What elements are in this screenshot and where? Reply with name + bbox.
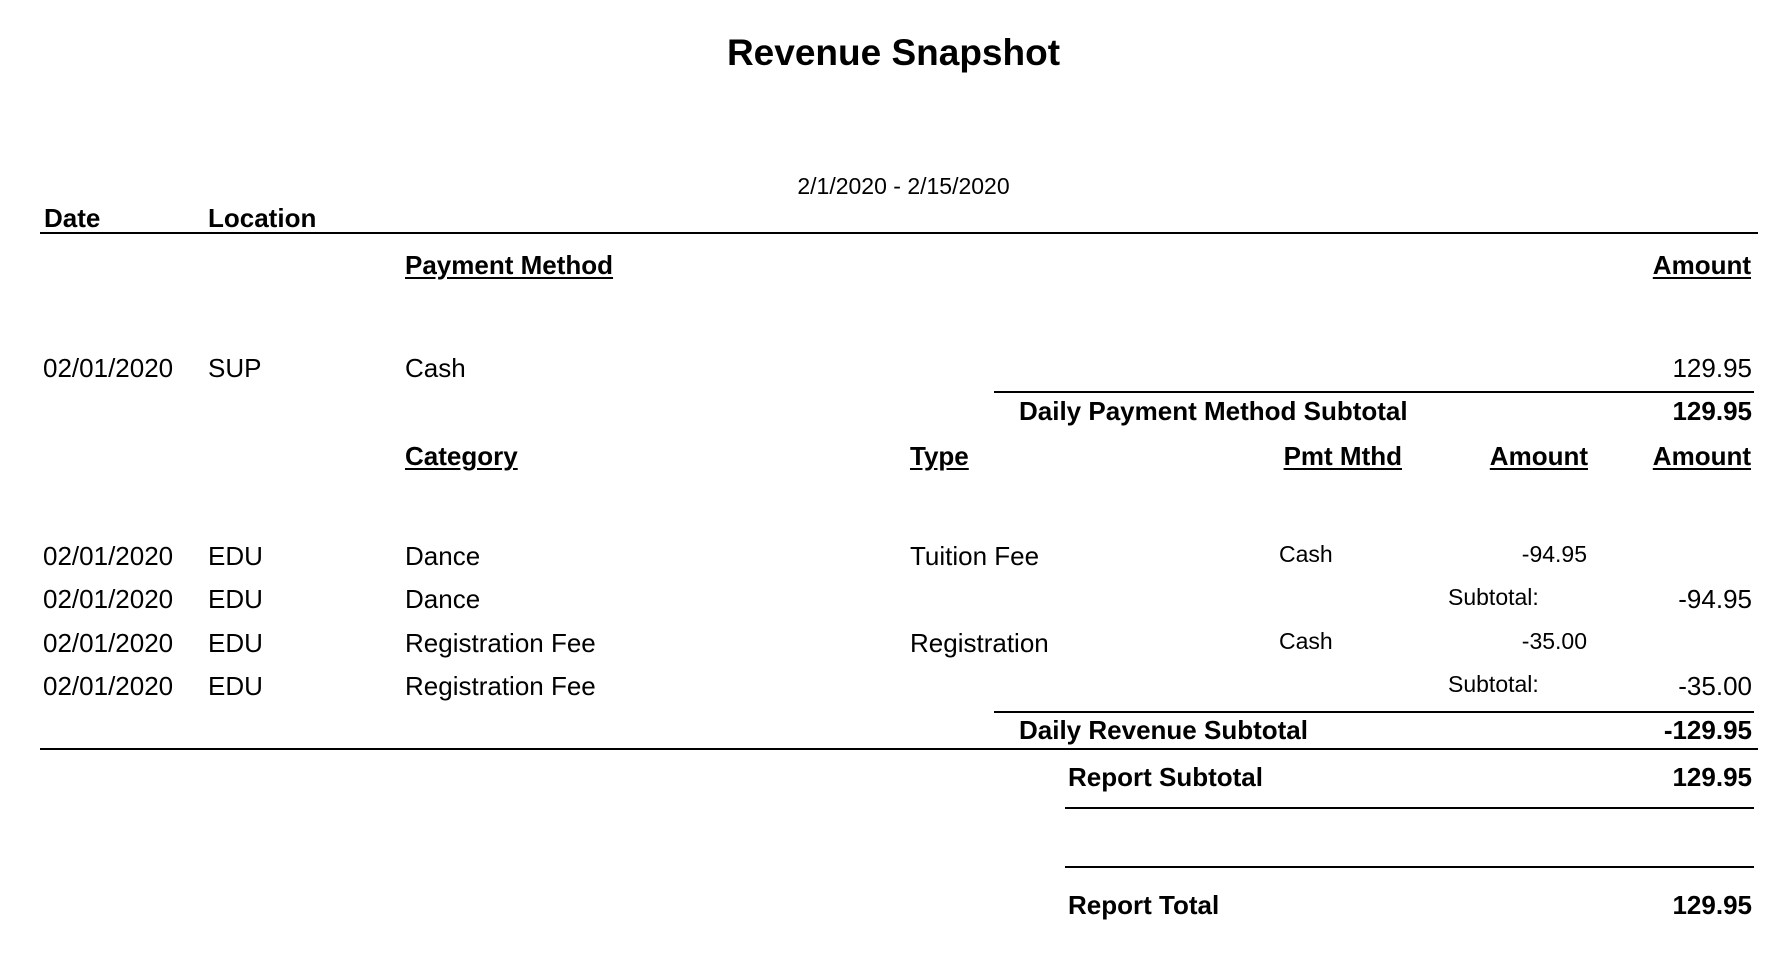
- row-subtotal-label: Subtotal:: [1448, 671, 1539, 697]
- report-subtotal-value: 129.95: [1672, 762, 1752, 792]
- date-header: Date: [44, 203, 101, 233]
- payment-row-date: 02/01/2020: [43, 353, 174, 383]
- payment-row-amount: 129.95: [1672, 353, 1752, 383]
- item-amount-header: Amount: [1489, 441, 1588, 471]
- pmt-mthd-header: Pmt Mthd: [1283, 441, 1402, 471]
- revenue-row-pmt: Cash: [1279, 628, 1333, 654]
- category-header: Category: [405, 441, 518, 471]
- revenue-row-category: Dance: [405, 584, 481, 614]
- revenue-row-category: Dance: [405, 541, 481, 571]
- revenue-subtotal-value: -129.95: [1663, 715, 1752, 745]
- header-divider: [40, 232, 1758, 234]
- payment-row-method: Cash: [405, 353, 466, 383]
- row-subtotal-value: -35.00: [1678, 671, 1752, 701]
- revenue-row-location: EDU: [208, 628, 263, 658]
- revenue-row-category: Registration Fee: [405, 671, 596, 701]
- revenue-row-date: 02/01/2020: [43, 628, 174, 658]
- report-total-divider: [1065, 866, 1754, 868]
- payment-subtotal-divider: [994, 391, 1754, 393]
- section-divider: [40, 748, 1758, 750]
- report-subtotal-label: Report Subtotal: [1068, 762, 1263, 792]
- revenue-row-amount: -94.95: [1521, 541, 1587, 567]
- report-title: Revenue Snapshot: [726, 32, 1061, 73]
- report-subtotal-divider: [1065, 807, 1754, 809]
- revenue-row-date: 02/01/2020: [43, 671, 174, 701]
- revenue-row-location: EDU: [208, 541, 263, 571]
- revenue-row-category: Registration Fee: [405, 628, 596, 658]
- payment-method-header: Payment Method: [405, 250, 614, 280]
- revenue-row-type: Registration: [910, 628, 1049, 658]
- payment-row-location: SUP: [208, 353, 262, 383]
- report-total-value: 129.95: [1672, 890, 1752, 920]
- report-total-label: Report Total: [1068, 890, 1220, 920]
- location-header: Location: [208, 203, 317, 233]
- revenue-row-amount: -35.00: [1521, 628, 1587, 654]
- revenue-row-date: 02/01/2020: [43, 541, 174, 571]
- row-subtotal-label: Subtotal:: [1448, 584, 1539, 610]
- revenue-subtotal-divider: [994, 711, 1754, 713]
- payment-subtotal-value: 129.95: [1672, 396, 1752, 426]
- row-subtotal-value: -94.95: [1678, 584, 1752, 614]
- payment-amount-header: Amount: [1652, 250, 1751, 280]
- revenue-subtotal-label: Daily Revenue Subtotal: [1019, 715, 1308, 745]
- revenue-row-location: EDU: [208, 584, 263, 614]
- revenue-row-type: Tuition Fee: [910, 541, 1040, 571]
- subtotal-amount-header: Amount: [1652, 441, 1751, 471]
- payment-subtotal-label: Daily Payment Method Subtotal: [1019, 396, 1408, 426]
- date-range: 2/1/2020 - 2/15/2020: [797, 173, 1010, 199]
- revenue-row-pmt: Cash: [1279, 541, 1333, 567]
- revenue-row-date: 02/01/2020: [43, 584, 174, 614]
- revenue-row-location: EDU: [208, 671, 263, 701]
- type-header: Type: [910, 441, 969, 471]
